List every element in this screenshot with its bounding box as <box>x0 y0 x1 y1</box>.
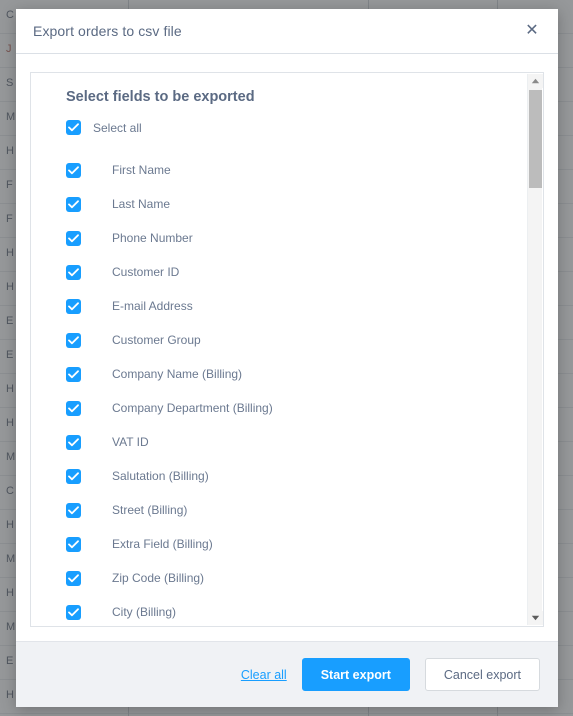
field-row[interactable]: Phone Number <box>31 221 543 255</box>
field-checkbox[interactable] <box>66 298 81 314</box>
field-checkbox[interactable] <box>66 230 81 246</box>
field-checkbox[interactable] <box>66 536 81 552</box>
field-row[interactable]: Customer ID <box>31 255 543 289</box>
field-label: E-mail Address <box>112 299 193 313</box>
triangle-down-icon[interactable] <box>528 611 543 625</box>
field-checkbox[interactable] <box>66 604 81 620</box>
field-row[interactable]: Company Department (Billing) <box>31 391 543 425</box>
field-row[interactable]: Last Name <box>31 187 543 221</box>
field-row[interactable]: Salutation (Billing) <box>31 459 543 493</box>
field-label: VAT ID <box>112 435 149 449</box>
field-label: Customer ID <box>112 265 180 279</box>
modal-title: Export orders to csv file <box>33 23 182 39</box>
select-all-label: Select all <box>93 120 142 135</box>
field-checkbox[interactable] <box>66 570 81 586</box>
panel-heading: Select fields to be exported <box>66 89 255 105</box>
field-list: First Name Last Name Phone Number Customer … <box>31 143 543 626</box>
field-checkbox[interactable] <box>66 434 81 450</box>
field-checkbox[interactable] <box>66 468 81 484</box>
field-checkbox[interactable] <box>66 400 81 416</box>
page-root: CJSMHFFHHEEHHMCHMHMEH Export orders to c… <box>0 0 573 716</box>
field-row[interactable]: First Name <box>31 153 543 187</box>
field-list-scroll-area: First Name Last Name Phone Number Customer … <box>31 143 543 626</box>
clear-all-link[interactable]: Clear all <box>241 668 287 682</box>
field-list-scrollbar[interactable] <box>527 74 543 625</box>
field-label: Zip Code (Billing) <box>112 571 205 585</box>
field-checkbox[interactable] <box>66 196 81 212</box>
field-row[interactable]: Zip Code (Billing) <box>31 561 543 595</box>
field-label: Street (Billing) <box>112 503 188 517</box>
field-checkbox[interactable] <box>66 502 81 518</box>
field-row[interactable]: City (Billing) <box>31 595 543 626</box>
field-label: Salutation (Billing) <box>112 469 209 483</box>
field-row[interactable]: Company Name (Billing) <box>31 357 543 391</box>
field-row[interactable]: Extra Field (Billing) <box>31 527 543 561</box>
select-all-checkbox[interactable] <box>66 120 81 135</box>
field-label: City (Billing) <box>112 605 177 619</box>
modal-footer: Clear all Start export Cancel export <box>16 641 558 707</box>
field-checkbox[interactable] <box>66 366 81 382</box>
triangle-up-icon[interactable] <box>528 74 543 88</box>
field-label: Customer Group <box>112 333 201 347</box>
export-orders-modal: Export orders to csv file ✕ Select field… <box>16 9 558 707</box>
field-label: Last Name <box>112 197 171 211</box>
field-row[interactable]: Street (Billing) <box>31 493 543 527</box>
modal-header: Export orders to csv file ✕ <box>16 9 558 54</box>
field-label: First Name <box>112 163 171 177</box>
field-label: Extra Field (Billing) <box>112 537 213 551</box>
field-row[interactable]: VAT ID <box>31 425 543 459</box>
field-row[interactable]: E-mail Address <box>31 289 543 323</box>
modal-body: Select fields to be exported Select all … <box>16 54 558 641</box>
field-selection-panel: Select fields to be exported Select all … <box>30 72 544 627</box>
scrollbar-thumb[interactable] <box>529 90 542 188</box>
close-icon[interactable]: ✕ <box>520 19 544 43</box>
field-label: Phone Number <box>112 231 193 245</box>
field-row[interactable]: Customer Group <box>31 323 543 357</box>
field-checkbox[interactable] <box>66 264 81 280</box>
start-export-button[interactable]: Start export <box>301 658 410 691</box>
cancel-export-button[interactable]: Cancel export <box>424 658 540 691</box>
select-all-row[interactable]: Select all <box>66 120 142 135</box>
field-label: Company Name (Billing) <box>112 367 243 381</box>
field-label: Company Department (Billing) <box>112 401 273 415</box>
field-checkbox[interactable] <box>66 162 81 178</box>
field-checkbox[interactable] <box>66 332 81 348</box>
